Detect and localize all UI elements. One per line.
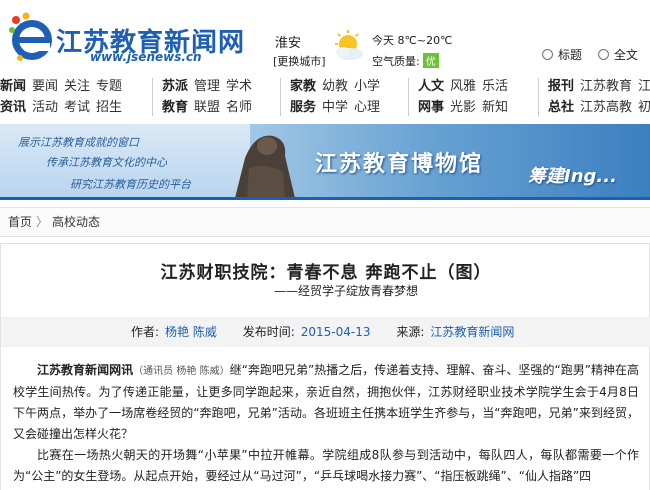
nav-item[interactable]: 专题 [96,79,122,94]
nav-divider [408,78,409,116]
site-url: www.jsenews.cn [90,50,202,64]
radio-fulltext[interactable]: 全文 [597,46,638,63]
nav-item[interactable]: 中学 [322,100,348,115]
breadcrumb-current[interactable]: 高校动态 [52,215,100,229]
nav-item[interactable]: 考试 [64,100,90,115]
site-logo[interactable]: 江苏教育新闻网 www.jsenews.cn [6,10,266,68]
nav-item[interactable]: 小学 [354,79,380,94]
nav-item[interactable]: 江苏高教 [580,100,632,115]
author-link[interactable]: 杨艳 陈威 [165,325,217,339]
nav-item[interactable]: 学术 [226,79,252,94]
breadcrumb-home[interactable]: 首页 [8,215,32,229]
nav-divider [280,78,281,116]
radio-circle-icon [542,49,553,60]
nav-item[interactable]: 活动 [32,100,58,115]
nav-head-press[interactable]: 报刊 [548,79,574,94]
air-quality-badge: 优 [422,53,439,68]
e-logo-icon [9,12,52,61]
banner-left-panel: 展示江苏教育成就的窗口 传承江苏教育文化的中心 研究江苏教育历史的平台 [0,124,250,200]
nav-head-education[interactable]: 教育 [162,100,188,115]
nav-head-news[interactable]: 新闻 [0,79,26,94]
source-link[interactable]: 江苏教育新闻网 [430,325,514,339]
weather-today: 今天 8℃~20℃ [372,34,453,47]
banner-line: 研究江苏教育历史的平台 [70,178,191,191]
lead-source: 江苏教育新闻网讯 [37,363,134,377]
main-nav: 新闻 要闻 关注 专题 资讯 活动 考试 招生 苏派 管理 学术 教育 联盟 名师 家教 幼教 小学 服… [0,74,650,120]
search-scope-radios: 标题 全文 [542,46,650,63]
publish-time: 2015-04-13 [300,325,371,339]
nav-item[interactable]: 管理 [194,79,220,94]
source-label: 来源: [396,325,425,339]
nav-head-family[interactable]: 家教 [290,79,316,94]
nav-item[interactable]: 名师 [226,100,252,115]
nav-divider [152,78,153,116]
site-header: 江苏教育新闻网 www.jsenews.cn 淮安 [更换城市] 今天 8℃~2… [0,0,650,72]
banner-line: 传承江苏教育文化的中心 [46,156,167,169]
nav-group-supai: 苏派 管理 学术 教育 联盟 名师 [162,76,258,120]
banner-divider [0,197,650,200]
nav-divider [538,78,539,116]
breadcrumb-separator-icon: 〉 [36,215,49,229]
sunny-cloud-icon [335,30,363,60]
article-subtitle: ——经贸学子绽放青春梦想 [273,284,418,298]
air-quality: 空气质量: 优 [372,53,439,69]
nav-item[interactable]: 初 [638,100,650,115]
nav-head-web[interactable]: 网事 [418,100,444,115]
nav-item[interactable]: 江苏教育 [580,79,632,94]
city-name: 淮安 [275,36,302,51]
radio-title-label: 标题 [558,48,583,62]
nav-head-culture[interactable]: 人文 [418,79,444,94]
article-body: 江苏教育新闻网讯（通讯员 杨艳 陈威）继“奔跑吧兄弟”热播之后，传递着支持、理解… [13,360,639,487]
article-meta: 作者: 杨艳 陈威 发布时间: 2015-04-13 来源: 江苏教育新闻网 [1,317,650,347]
nav-item[interactable]: 招生 [96,100,122,115]
paragraph-text: 比赛在一场热火朝天的开场舞“小苹果”中拉开帷幕。学院组成8队参与到活动中，每队四… [13,448,639,483]
nav-item[interactable]: 心理 [354,100,380,115]
nav-item[interactable]: 联盟 [194,100,220,115]
nav-item[interactable]: 新知 [482,100,508,115]
nav-item[interactable]: 光影 [450,100,476,115]
museum-banner[interactable]: 展示江苏教育成就的窗口 传承江苏教育文化的中心 研究江苏教育历史的平台 江苏教育… [0,124,650,200]
nav-group-family: 家教 幼教 小学 服务 中学 心理 [290,76,386,120]
author-label: 作者: [131,325,160,339]
article-title: 江苏财职技院：青春不息 奔跑不止（图） [160,263,492,283]
nav-item[interactable]: 风雅 [450,79,476,94]
nav-head-agency[interactable]: 总社 [548,100,574,115]
nav-head-supai[interactable]: 苏派 [162,79,188,94]
article-paragraph: 江苏教育新闻网讯（通讯员 杨艳 陈威）继“奔跑吧兄弟”热播之后，传递着支持、理解… [13,360,639,445]
radio-title[interactable]: 标题 [542,46,582,63]
banner-tag: 筹建Ing... [528,166,617,187]
nav-item[interactable]: 要闻 [32,79,58,94]
nav-item[interactable]: 关注 [64,79,90,94]
nav-group-news: 新闻 要闻 关注 专题 资讯 活动 考试 招生 [0,76,128,120]
article-panel: 江苏财职技院：青春不息 奔跑不止（图） ——经贸学子绽放青春梦想 作者: 杨艳 陈… [0,243,650,490]
nav-item[interactable]: 乐活 [482,79,508,94]
time-label: 发布时间: [242,325,295,339]
air-quality-label: 空气质量: [372,55,420,68]
nav-item[interactable]: 江 [638,79,650,94]
radio-circle-icon [597,49,609,60]
banner-title: 江苏教育博物馆 [315,152,484,177]
radio-fulltext-label: 全文 [613,48,638,62]
breadcrumb: 首页〉高校动态 [0,207,650,237]
change-city-link[interactable]: [更换城市] [273,53,326,69]
sculpture-image [235,135,295,198]
banner-line: 展示江苏教育成就的窗口 [18,136,139,149]
article-paragraph: 比赛在一场热火朝天的开场舞“小苹果”中拉开帷幕。学院组成8队参与到活动中，每队四… [13,445,639,487]
nav-group-press: 报刊 江苏教育江 总社 江苏高教初 [548,76,650,120]
nav-item[interactable]: 幼教 [322,79,348,94]
lead-reporters: （通讯员 杨艳 陈威） [133,366,230,377]
nav-head-info[interactable]: 资讯 [0,100,26,115]
nav-head-service[interactable]: 服务 [290,100,316,115]
nav-group-culture: 人文 风雅 乐活 网事 光影 新知 [418,76,514,120]
